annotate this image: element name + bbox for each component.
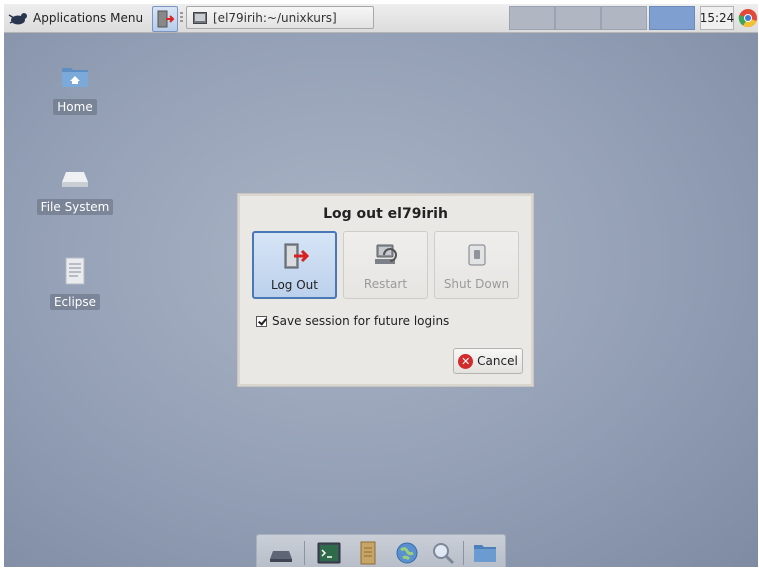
home-folder-icon [62, 68, 88, 87]
taskbar-window-title: [el79irih:~/unixkurs] [213, 10, 337, 25]
logout-button[interactable]: Log Out [252, 231, 337, 299]
drive-icon [62, 172, 88, 187]
restart-icon [374, 244, 397, 264]
top-panel: Applications Menu [el79irih:~/unixkurs] … [4, 4, 758, 33]
workspace-3[interactable] [601, 6, 647, 30]
workspace-1[interactable] [509, 6, 555, 30]
clock[interactable]: 15:24 [700, 6, 734, 30]
chrome-icon[interactable] [738, 8, 758, 28]
desktop-icon-filesystem[interactable]: File System [30, 160, 120, 215]
taskbar-window-terminal[interactable]: [el79irih:~/unixkurs] [186, 6, 374, 29]
workspace-4[interactable] [649, 6, 695, 30]
file-manager-icon[interactable] [356, 541, 380, 565]
save-session-label: Save session for future logins [272, 314, 450, 328]
cancel-button[interactable]: ✕ Cancel [453, 348, 523, 374]
xfce-mouse-icon [8, 13, 27, 25]
applications-menu-button[interactable]: Applications Menu [7, 7, 143, 29]
terminal-window-icon [193, 11, 207, 24]
logout-icon [157, 10, 175, 28]
logout-label: Log Out [270, 278, 318, 292]
save-session-checkbox[interactable] [256, 315, 267, 327]
document-icon [65, 257, 85, 285]
dialog-title: Log out el79irih [323, 206, 448, 222]
cancel-icon: ✕ [458, 353, 474, 369]
browser-icon[interactable] [395, 541, 419, 565]
shutdown-button[interactable]: Shut Down [434, 231, 519, 299]
desktop-icon-label: Eclipse [49, 294, 101, 310]
folder-icon[interactable] [473, 541, 497, 565]
shutdown-label: Shut Down [443, 277, 510, 291]
restart-button[interactable]: Restart [343, 231, 428, 299]
dock-separator [304, 541, 305, 565]
cancel-label: Cancel [477, 354, 518, 368]
logout-icon [284, 243, 309, 269]
desktop-icon[interactable] [269, 541, 293, 565]
terminal-icon[interactable] [317, 541, 341, 565]
logout-launcher-button[interactable] [152, 6, 178, 32]
panel-separator [180, 12, 183, 24]
dock-separator [463, 541, 464, 565]
desktop-icon-eclipse[interactable]: Eclipse [30, 255, 120, 310]
desktop-icon-label: File System [36, 199, 114, 215]
workspace-2[interactable] [555, 6, 601, 30]
logout-dialog: Log out el79irih Log Out Restart Shut Do… [238, 194, 533, 386]
applications-menu-label: Applications Menu [33, 11, 144, 25]
desktop-icon-label: Home [53, 99, 97, 115]
search-icon[interactable] [431, 541, 455, 565]
save-session-checkbox-row[interactable]: Save session for future logins [256, 314, 449, 328]
bottom-dock [256, 534, 506, 567]
desktop: Applications Menu [el79irih:~/unixkurs] … [4, 4, 758, 567]
restart-label: Restart [363, 277, 408, 291]
desktop-icon-home[interactable]: Home [30, 60, 120, 115]
shutdown-icon [468, 244, 485, 266]
